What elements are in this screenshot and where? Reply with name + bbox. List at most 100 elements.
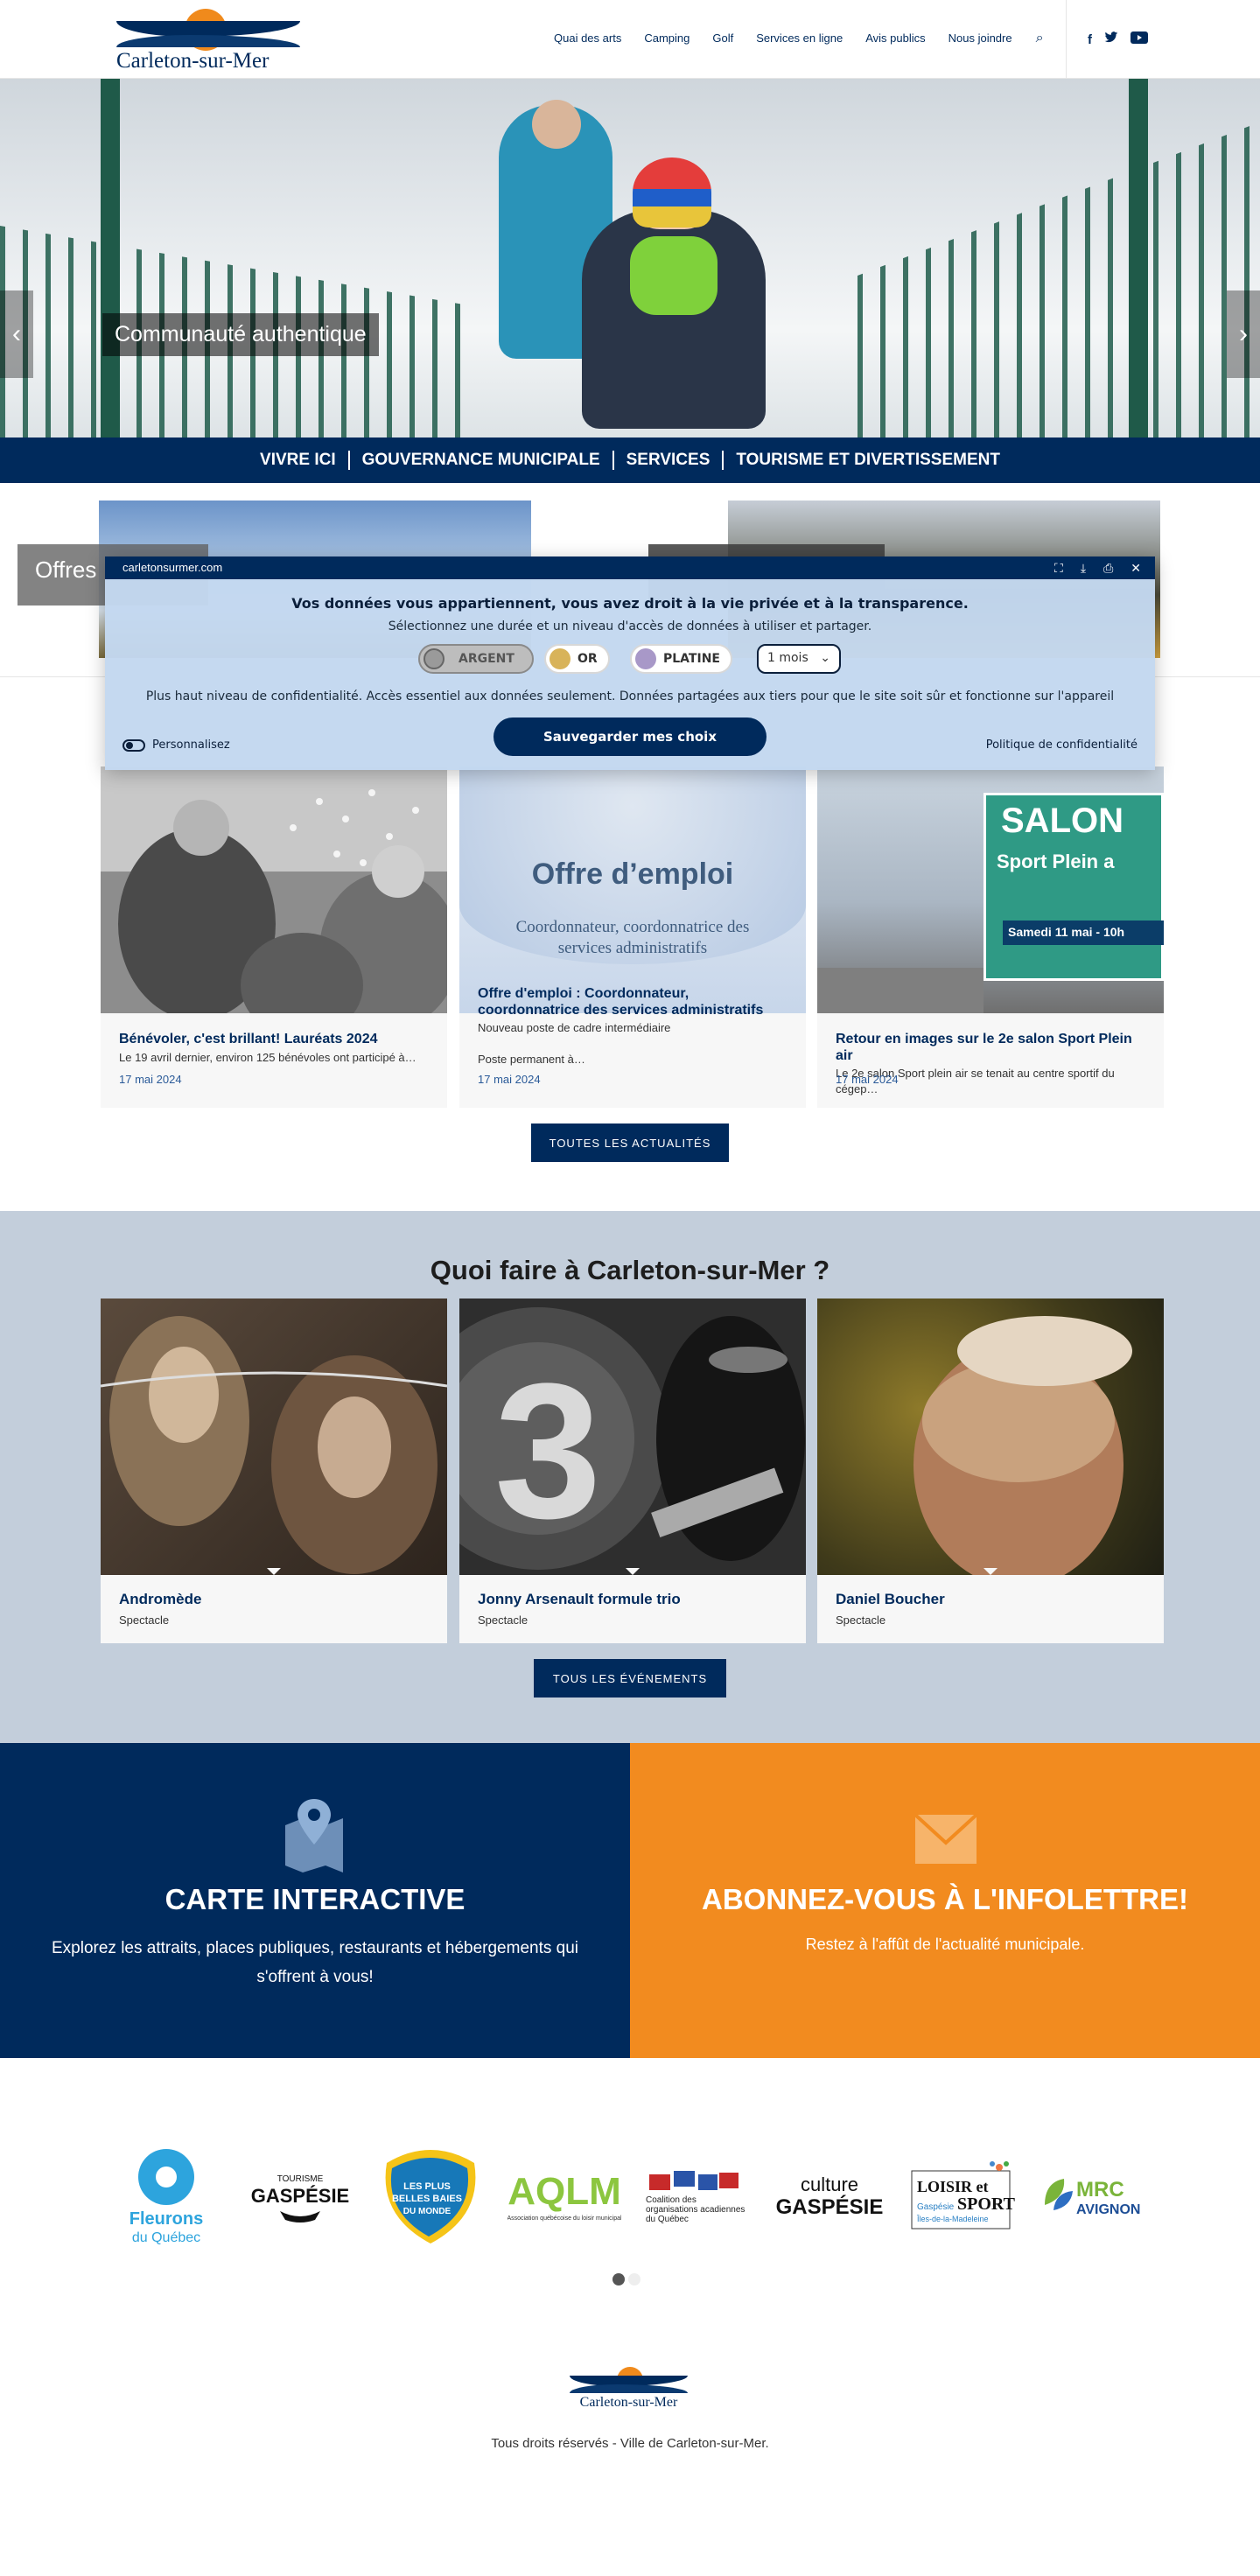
event-title[interactable]: Daniel Boucher <box>836 1591 945 1608</box>
partner-logo-plus-belles-baies[interactable]: LES PLUS BELLES BAIES DU MONDE <box>378 2144 483 2249</box>
youtube-icon[interactable] <box>1130 32 1148 47</box>
news-title[interactable]: Bénévoler, c'est brillant! Lauréats 2024 <box>119 1031 434 1047</box>
save-choices-button[interactable]: Sauvegarder mes choix <box>494 718 766 756</box>
news-card[interactable]: Bénévoler, c'est brillant! Lauréats 2024… <box>101 766 459 1108</box>
close-icon[interactable]: ✕ <box>1130 556 1141 579</box>
svg-text:TOURISME: TOURISME <box>277 2174 324 2184</box>
bridge-railing <box>858 122 1260 438</box>
all-events-button[interactable]: TOUS LES ÉVÉNEMENTS <box>534 1659 726 1698</box>
envelope-icon <box>914 1813 978 1868</box>
svg-text:LOISIR et: LOISIR et <box>917 2178 989 2195</box>
slider-next-button[interactable]: › <box>1227 290 1260 378</box>
event-type: Spectacle <box>478 1614 528 1627</box>
news-title[interactable]: Retour en images sur le 2e salon Sport P… <box>836 1031 1151 1064</box>
partner-logo-aqlm[interactable]: AQLM Association québécoise du loisir mu… <box>508 2144 621 2249</box>
consent-domain: carletonsurmer.com <box>122 561 223 574</box>
bridge-post <box>1129 79 1148 438</box>
event-image: 3 <box>407 1298 806 1575</box>
map-cta-text: Explorez les attraits, places publiques,… <box>52 1939 578 1986</box>
tier-platine-option[interactable]: PLATINE <box>630 644 732 674</box>
news-card[interactable]: Offre d’emploi Coordonnateur, coordonnat… <box>459 766 806 1108</box>
menu-tourisme[interactable]: TOURISME ET DIVERTISSEMENT <box>724 451 1012 470</box>
hero-slider: Communauté authentique ‹ › <box>0 79 1260 438</box>
privacy-consent-dialog: carletonsurmer.com ⛶ ⤓ ⎙ ✕ Vos données v… <box>105 556 1155 770</box>
events-section: Quoi faire à Carleton-sur-Mer ? Andromèd… <box>0 1211 1260 1743</box>
interactive-map-cta[interactable]: CARTE INTERACTIVE Explorez les attraits,… <box>0 1743 630 2058</box>
nav-nous-joindre[interactable]: Nous joindre <box>937 28 1024 49</box>
svg-text:Coalition des: Coalition des <box>646 2195 696 2205</box>
event-image <box>817 1298 1164 1587</box>
slider-prev-button[interactable]: ‹ <box>0 290 33 378</box>
svg-text:GASPÉSIE: GASPÉSIE <box>776 2194 884 2219</box>
logo-text: Carleton-sur-Mer <box>116 49 270 73</box>
main-nav: Quai des arts Camping Golf Services en l… <box>542 28 1056 49</box>
partners-dot[interactable] <box>612 2273 625 2286</box>
event-card[interactable]: 3 Jonny Arsenault formule trio Spectacle <box>407 1298 806 1643</box>
event-title[interactable]: Jonny Arsenault formule trio <box>478 1591 681 1608</box>
partners-dot[interactable] <box>628 2273 640 2286</box>
partner-logo-fleurons[interactable]: Fleurons du Québec <box>114 2144 219 2249</box>
news-image: SALON Sport Plein a Samedi 11 mai - 10h <box>817 766 1164 1013</box>
news-image-title: Offre d’emploi <box>531 858 734 891</box>
expand-icon[interactable]: ⛶ <box>1054 556 1063 579</box>
bridge-post <box>101 79 120 438</box>
partner-logo-loisir-sport[interactable]: LOISIR et Gaspésie SPORT Îles-de-la-Made… <box>908 2144 1017 2249</box>
nav-golf[interactable]: Golf <box>701 28 745 49</box>
news-card[interactable]: SALON Sport Plein a Samedi 11 mai - 10h … <box>817 766 1164 1108</box>
customize-toggle[interactable]: Personnalisez <box>122 738 230 752</box>
all-news-button[interactable]: TOUTES LES ACTUALITÉS <box>531 1124 729 1162</box>
svg-text:Association québécoise du lois: Association québécoise du loisir municip… <box>508 2216 621 2222</box>
svg-text:Fleurons: Fleurons <box>130 2209 203 2229</box>
footer-copyright: Tous droits réservés - Ville de Carleton… <box>491 2436 769 2451</box>
skier-child <box>582 158 766 429</box>
partner-logo-tourisme-gaspesie[interactable]: TOURISME GASPÉSIE <box>245 2144 355 2249</box>
partner-logo-coalition-acadiennes[interactable]: Coalition des organisations acadiennes d… <box>642 2144 751 2249</box>
partners-dots <box>612 2273 640 2286</box>
svg-text:AVIGNON: AVIGNON <box>1076 2202 1140 2217</box>
print-icon[interactable]: ⎙ <box>1103 556 1113 579</box>
newsletter-cta-text: Restez à l'affût de l'actualité municipa… <box>805 1936 1085 1953</box>
footer-logo[interactable]: Carleton-sur-Mer <box>570 2367 688 2414</box>
news-image-subtitle: Coordonnateur, coordonnatrice des servic… <box>515 918 750 957</box>
site-logo[interactable]: Carleton-sur-Mer <box>116 9 300 73</box>
svg-text:culture: culture <box>801 2174 858 2195</box>
duration-select[interactable]: 1 mois ⌄ <box>757 644 841 674</box>
tier-label: PLATINE <box>663 652 720 666</box>
partner-logo-culture-gaspesie[interactable]: culture GASPÉSIE <box>774 2144 886 2249</box>
news-title[interactable]: Offre d'emploi : Coordonnateur, coordonn… <box>478 985 793 1018</box>
svg-text:MRC: MRC <box>1076 2178 1124 2202</box>
event-title[interactable]: Andromède <box>119 1591 201 1608</box>
section-menu: VIVRE ICI GOUVERNANCE MUNICIPALE SERVICE… <box>0 438 1260 483</box>
nav-services-en-ligne[interactable]: Services en ligne <box>745 28 854 49</box>
news-excerpt: Nouveau poste de cadre intermédiaire <box>478 1021 671 1034</box>
news-image-sign: Sport Plein a <box>997 850 1115 872</box>
tier-label: ARGENT <box>458 652 514 666</box>
nav-quai-des-arts[interactable]: Quai des arts <box>542 28 633 49</box>
search-icon[interactable]: ⌕ <box>1024 28 1056 49</box>
nav-camping[interactable]: Camping <box>633 28 701 49</box>
svg-text:AQLM: AQLM <box>508 2170 621 2213</box>
menu-vivre-ici[interactable]: VIVRE ICI <box>248 451 350 470</box>
news-date: 17 mai 2024 <box>478 1073 541 1086</box>
menu-services[interactable]: SERVICES <box>614 451 724 470</box>
tier-argent-option[interactable]: ARGENT <box>418 644 534 674</box>
facebook-icon[interactable]: f <box>1088 32 1092 47</box>
hero-caption-text: Communauté authentique <box>115 322 367 346</box>
news-image-sign: Samedi 11 mai - 10h <box>1003 920 1164 945</box>
newsletter-cta-title: ABONNEZ-VOUS À L'INFOLETTRE! <box>702 1883 1188 1915</box>
privacy-policy-link[interactable]: Politique de confidentialité <box>986 738 1138 752</box>
tier-or-option[interactable]: OR <box>544 644 610 674</box>
menu-gouvernance[interactable]: GOUVERNANCE MUNICIPALE <box>350 451 614 470</box>
partner-logo-mrc-avignon[interactable]: MRC AVIGNON <box>1038 2144 1148 2249</box>
event-card[interactable]: Andromède Spectacle <box>100 1298 448 1643</box>
event-card[interactable]: Daniel Boucher Spectacle <box>817 1298 1164 1643</box>
nav-avis-publics[interactable]: Avis publics <box>854 28 936 49</box>
chevron-down-icon: ⌄ <box>820 651 830 665</box>
consent-titlebar: carletonsurmer.com ⛶ ⤓ ⎙ ✕ <box>105 556 1155 579</box>
newsletter-cta[interactable]: ABONNEZ-VOUS À L'INFOLETTRE! Restez à l'… <box>630 1743 1260 2058</box>
twitter-icon[interactable] <box>1104 32 1118 47</box>
tier-argent-swatch <box>424 648 444 669</box>
map-pin-icon <box>285 1799 343 1877</box>
download-icon[interactable]: ⤓ <box>1081 556 1086 579</box>
duration-value: 1 mois <box>767 651 808 665</box>
